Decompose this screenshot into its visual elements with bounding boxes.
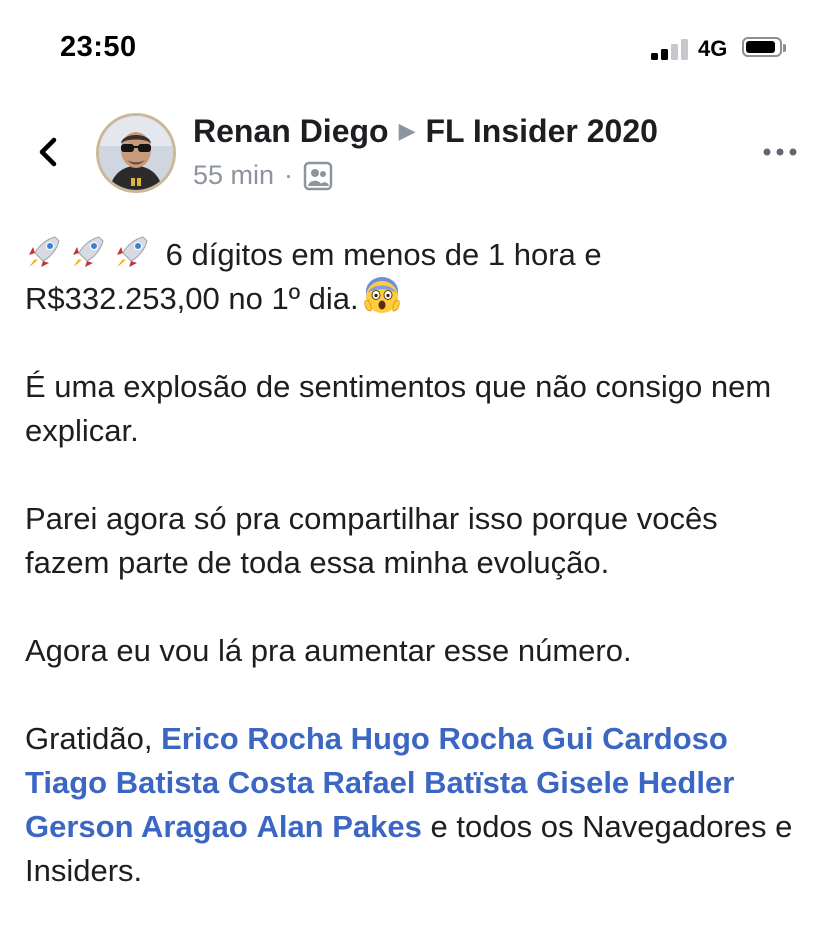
battery-icon [742, 37, 786, 59]
screaming-face-emoji [364, 277, 400, 313]
post-line-2: R$332.253,00 no 1º dia. [25, 277, 805, 321]
post-body: 6 dígitos em menos de 1 hora e R$332.253… [25, 233, 805, 893]
author-name[interactable]: Renan Diego [193, 113, 389, 149]
avatar[interactable] [96, 113, 176, 193]
mention-rafael-batista[interactable]: Rafael Batïsta [322, 765, 527, 800]
post-screen: 23:50 4G Renan Diego ▶ FL Insider 2020 5… [0, 0, 828, 926]
mention-hugo-rocha[interactable]: Hugo Rocha [351, 721, 534, 756]
post-line-1-text: 6 dígitos em menos de 1 hora e [165, 237, 602, 272]
more-horizontal-icon [763, 148, 797, 156]
chevron-left-icon [39, 137, 57, 167]
gratitude-prefix: Gratidão, [25, 721, 162, 756]
mention-gui-cardoso[interactable]: Gui Cardoso [542, 721, 728, 756]
mention-tiago-batista-costa[interactable]: Tiago Batista Costa [25, 765, 314, 800]
status-time: 23:50 [60, 31, 137, 63]
post-line-1: 6 dígitos em menos de 1 hora e [25, 233, 805, 277]
post-paragraph-3: Parei agora só pra compartilhar isso por… [25, 501, 718, 580]
back-button[interactable] [30, 128, 70, 176]
network-type: 4G [698, 36, 728, 61]
rocket-emoji [117, 236, 148, 267]
meta-separator: · [284, 160, 294, 190]
group-members-icon [303, 161, 333, 190]
triangle-right-icon: ▶ [398, 118, 416, 143]
mention-alan-pakes[interactable]: Alan Pakes [256, 809, 421, 844]
post-author-line: Renan Diego ▶ FL Insider 2020 [193, 113, 658, 150]
mention-erico-rocha[interactable]: Erico Rocha [161, 721, 342, 756]
mention-gisele-hedler[interactable]: Gisele Hedler [536, 765, 734, 800]
post-timestamp[interactable]: 55 min [193, 160, 274, 191]
post-paragraph-5: Gratidão, Erico Rocha Hugo Rocha Gui Car… [25, 717, 805, 893]
profile-photo [99, 116, 173, 190]
post-line-2-text: R$332.253,00 no 1º dia. [25, 281, 359, 316]
post-meta: 55 min · [193, 160, 333, 191]
rocket-emoji [73, 236, 104, 267]
more-options-button[interactable] [762, 140, 798, 164]
group-name[interactable]: FL Insider 2020 [426, 113, 658, 149]
signal-strength-icon [651, 38, 691, 60]
rocket-emoji [29, 236, 60, 267]
mention-gerson-aragao[interactable]: Gerson Aragao [25, 809, 248, 844]
status-bar: 23:50 4G [0, 0, 828, 96]
post-paragraph-4: Agora eu vou lá pra aumentar esse número… [25, 633, 632, 668]
post-paragraph-2: É uma explosão de sentimentos que não co… [25, 369, 772, 448]
